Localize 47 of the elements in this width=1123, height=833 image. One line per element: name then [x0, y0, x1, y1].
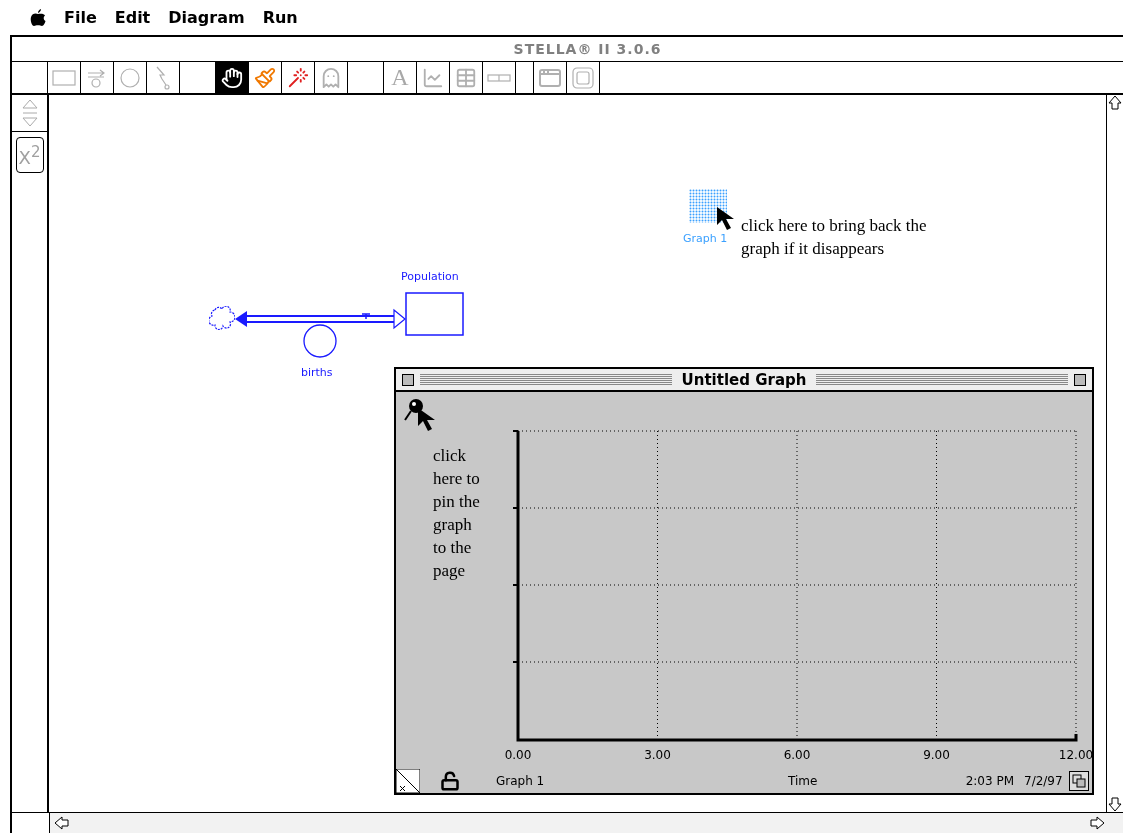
x-tick-label: 12.00 [1058, 748, 1094, 763]
menu-item[interactable]: Diagram [168, 8, 245, 27]
vertical-scrollbar[interactable] [1106, 95, 1123, 812]
pin-annotation-text: click here to pin the graph to the page [433, 445, 481, 583]
menu-item[interactable]: File [64, 8, 97, 27]
scroll-right-icon[interactable] [1089, 816, 1105, 830]
cloud-icon [209, 306, 235, 330]
scroll-down-icon[interactable] [1108, 796, 1122, 812]
x-tick-label: 0.00 [504, 748, 532, 763]
graph-pad-label: Graph 1 [683, 232, 728, 245]
graph-window-title: Untitled Graph [680, 370, 808, 389]
date-label: 7/2/97 [1024, 773, 1063, 788]
slider-icon [487, 73, 511, 82]
scroll-up-icon[interactable] [1108, 95, 1122, 111]
close-box[interactable] [402, 373, 414, 386]
window-title: STELLA® II 3.0.6 [513, 41, 662, 57]
graph-icon [422, 66, 444, 89]
resize-box-icon[interactable] [1068, 770, 1089, 791]
tool-button[interactable] [216, 62, 249, 93]
converter-circle-icon [302, 323, 338, 359]
apple-logo-icon[interactable] [30, 8, 46, 27]
frame-icon [572, 66, 594, 89]
x-axis-label: Time [788, 773, 819, 788]
flow-label: births [301, 366, 333, 379]
table-icon [455, 66, 477, 89]
annotation-text: click here to bring back the graph if it disappears [741, 215, 928, 260]
lock-open-icon[interactable] [440, 770, 460, 791]
scroll-left-icon[interactable] [54, 816, 70, 830]
stock-tool-icon [52, 69, 76, 86]
graph-pad-icon[interactable] [689, 189, 727, 223]
stock-label: Population [401, 270, 459, 283]
x-tick-label: 3.00 [644, 748, 671, 763]
horizontal-scrollbar[interactable] [49, 813, 1123, 833]
page-flip-icon[interactable] [396, 768, 420, 793]
paintbrush-icon [254, 66, 276, 89]
hand-icon [221, 66, 243, 89]
menu-item[interactable]: Edit [114, 8, 151, 27]
connector-tool-icon [155, 65, 171, 90]
zoom-box[interactable] [1074, 373, 1086, 386]
graph-name: Graph 1 [496, 773, 546, 788]
ghost-icon [320, 66, 342, 89]
x-tick-label: 9.00 [923, 748, 950, 763]
circle-tool-icon [119, 66, 141, 89]
x-tick-label: 6.00 [783, 748, 811, 763]
menu-item[interactable]: Run [262, 8, 298, 27]
dynamite-icon [287, 66, 309, 89]
time-label: 2:03 PM [964, 773, 1014, 788]
